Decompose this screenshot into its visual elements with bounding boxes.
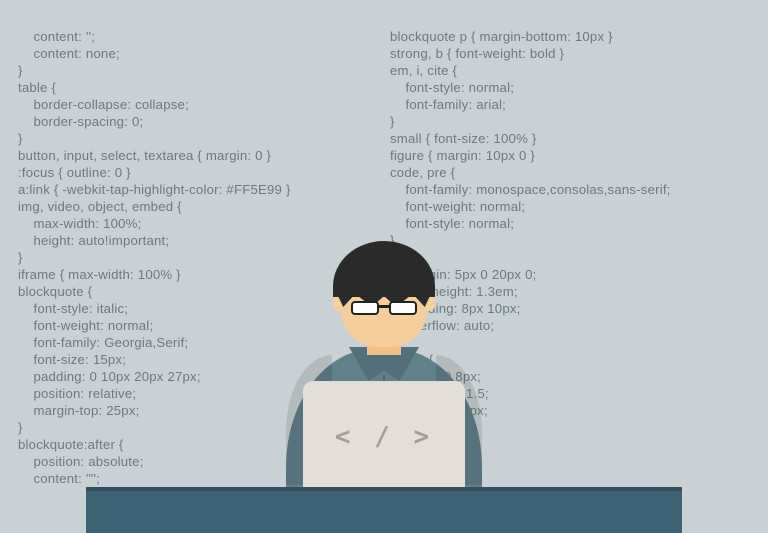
code-line: font-style: normal;: [390, 79, 750, 96]
code-line: padding: 8px 10px;: [390, 300, 750, 317]
code-line: line-height: 1.3em;: [390, 283, 750, 300]
code-line: small { font-size: 100% }: [390, 130, 750, 147]
code-line: margin: 5px 0 20px 0;: [390, 266, 750, 283]
code-line: em, i, cite {: [390, 62, 750, 79]
code-line: content: '';: [18, 28, 390, 45]
laptop: < / >: [303, 381, 465, 493]
code-line: button, input, select, textarea { margin…: [18, 147, 390, 164]
code-line: code, pre {: [390, 164, 750, 181]
code-line: max-width: 100%;: [18, 215, 390, 232]
code-line: img, video, object, embed {: [18, 198, 390, 215]
code-line: blockquote p { margin-bottom: 10px }: [390, 28, 750, 45]
code-line: border-collapse: collapse;: [18, 96, 390, 113]
code-line: figure { margin: 10px 0 }: [390, 147, 750, 164]
code-line: font-family: monospace,consolas,sans-ser…: [390, 181, 750, 198]
code-line: font-style: normal;: [390, 215, 750, 232]
code-line: pre {: [390, 249, 750, 266]
code-line: }: [18, 130, 390, 147]
glasses-icon: [351, 301, 417, 317]
code-line: }: [390, 334, 750, 351]
code-line: content: none;: [18, 45, 390, 62]
code-line: border-spacing: 0;: [18, 113, 390, 130]
programmer-head: [341, 251, 427, 347]
code-line: strong, b { font-weight: bold }: [390, 45, 750, 62]
code-line: height: auto!important;: [18, 232, 390, 249]
code-line: }: [18, 62, 390, 79]
code-line: }: [18, 249, 390, 266]
code-line: a:link { -webkit-tap-highlight-color: #F…: [18, 181, 390, 198]
code-line: font-family: Georgia,Serif;: [18, 334, 390, 351]
desk: [86, 491, 682, 533]
code-line: :focus { outline: 0 }: [18, 164, 390, 181]
code-line: }: [390, 113, 750, 130]
code-line: overflow: auto;: [390, 317, 750, 334]
code-line: font-family: arial;: [390, 96, 750, 113]
code-line: }: [390, 232, 750, 249]
code-line: table {: [18, 79, 390, 96]
code-line: font-weight: normal;: [18, 317, 390, 334]
code-icon: < / >: [335, 422, 433, 452]
code-line: font-weight: normal;: [390, 198, 750, 215]
